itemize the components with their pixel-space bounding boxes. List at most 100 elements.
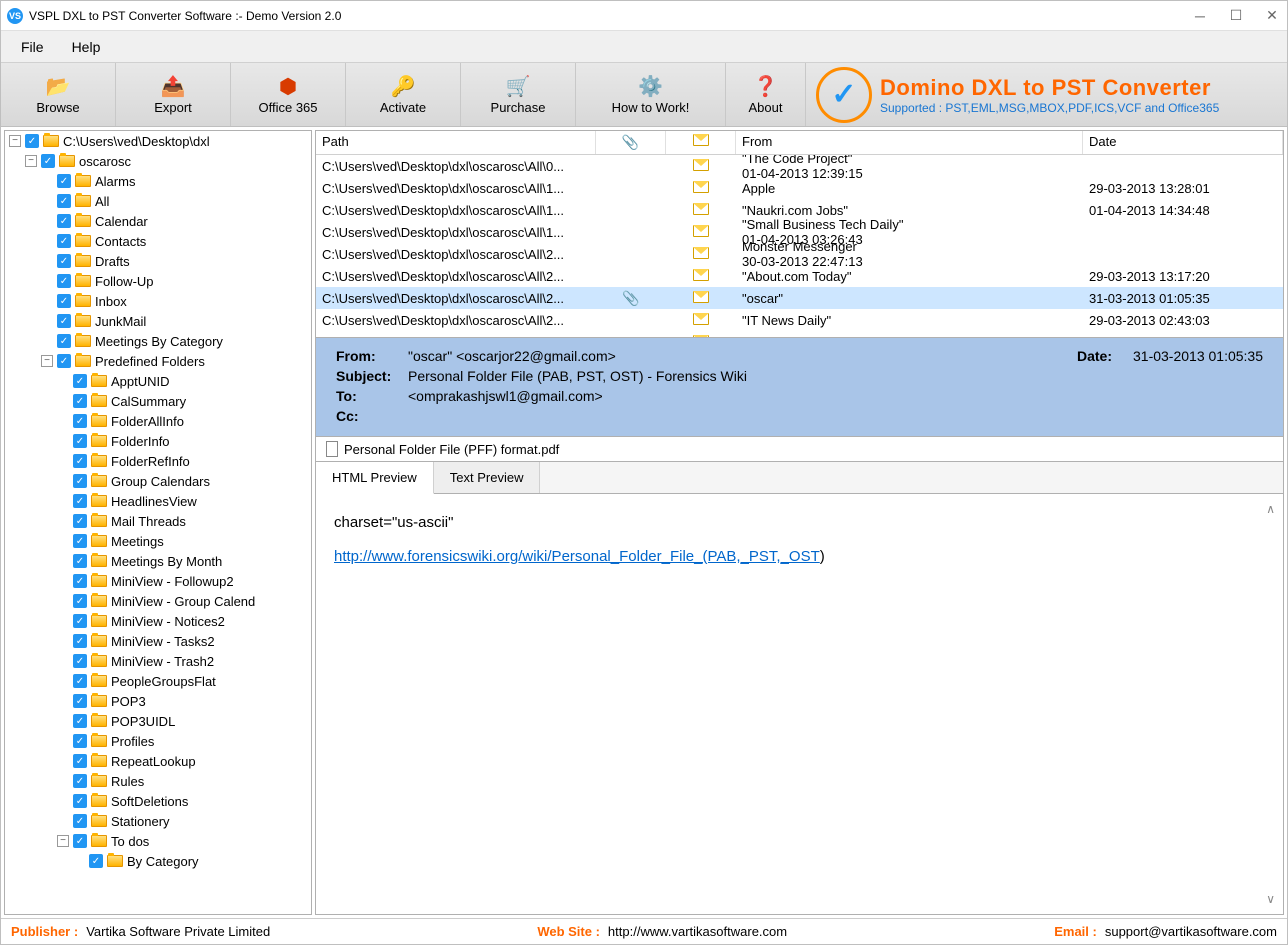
tree-predef-item[interactable]: ✓Profiles (5, 731, 311, 751)
checkbox-icon[interactable]: ✓ (73, 674, 87, 688)
about-button[interactable]: ❓About (726, 63, 806, 126)
tree-todos-child[interactable]: ✓By Category (5, 851, 311, 871)
tree-predef-item[interactable]: ✓Meetings (5, 531, 311, 551)
checkbox-icon[interactable]: ✓ (57, 214, 71, 228)
toggle-icon[interactable]: − (41, 355, 53, 367)
toggle-icon[interactable]: − (9, 135, 21, 147)
toggle-icon[interactable]: − (25, 155, 37, 167)
folder-tree[interactable]: −✓C:\Users\ved\Desktop\dxl−✓oscarosc✓Ala… (4, 130, 312, 915)
message-row[interactable]: C:\Users\ved\Desktop\dxl\oscarosc\All\2.… (316, 243, 1283, 265)
tree-predef-item[interactable]: ✓RepeatLookup (5, 751, 311, 771)
attachment-bar[interactable]: Personal Folder File (PFF) format.pdf (315, 437, 1284, 462)
scroll-down-icon[interactable]: ∨ (1266, 892, 1275, 906)
tree-folder[interactable]: ✓Inbox (5, 291, 311, 311)
tree-account[interactable]: −✓oscarosc (5, 151, 311, 171)
tree-predef-item[interactable]: ✓FolderInfo (5, 431, 311, 451)
checkbox-icon[interactable]: ✓ (73, 654, 87, 668)
checkbox-icon[interactable]: ✓ (73, 454, 87, 468)
menu-file[interactable]: File (7, 31, 58, 62)
purchase-button[interactable]: 🛒Purchase (461, 63, 576, 126)
col-attach-icon[interactable]: 📎 (596, 131, 666, 154)
message-row[interactable]: C:\Users\ved\Desktop\dxl\oscarosc\All\2.… (316, 287, 1283, 309)
checkbox-icon[interactable]: ✓ (73, 494, 87, 508)
tree-predef-item[interactable]: ✓HeadlinesView (5, 491, 311, 511)
checkbox-icon[interactable]: ✓ (73, 534, 87, 548)
tree-predef-item[interactable]: ✓MiniView - Trash2 (5, 651, 311, 671)
maximize-button[interactable]: ☐ (1227, 7, 1245, 24)
scroll-up-icon[interactable]: ∧ (1266, 502, 1275, 516)
tree-folder[interactable]: ✓Alarms (5, 171, 311, 191)
how-to-work-button[interactable]: ⚙️How to Work! (576, 63, 726, 126)
checkbox-icon[interactable]: ✓ (73, 374, 87, 388)
tree-predef-item[interactable]: ✓SoftDeletions (5, 791, 311, 811)
checkbox-icon[interactable]: ✓ (73, 614, 87, 628)
checkbox-icon[interactable]: ✓ (73, 594, 87, 608)
tree-predef-item[interactable]: ✓Group Calendars (5, 471, 311, 491)
checkbox-icon[interactable]: ✓ (73, 554, 87, 568)
tree-folder[interactable]: ✓Meetings By Category (5, 331, 311, 351)
message-row[interactable]: C:\Users\ved\Desktop\dxl\oscarosc\All\2.… (316, 309, 1283, 331)
tree-predefined[interactable]: −✓Predefined Folders (5, 351, 311, 371)
checkbox-icon[interactable]: ✓ (73, 774, 87, 788)
close-button[interactable]: ✕ (1263, 7, 1281, 24)
checkbox-icon[interactable]: ✓ (73, 794, 87, 808)
checkbox-icon[interactable]: ✓ (57, 294, 71, 308)
checkbox-icon[interactable]: ✓ (57, 234, 71, 248)
toggle-icon[interactable]: − (57, 835, 69, 847)
tree-folder[interactable]: ✓Follow-Up (5, 271, 311, 291)
checkbox-icon[interactable]: ✓ (73, 574, 87, 588)
tree-predef-item[interactable]: ✓ApptUNID (5, 371, 311, 391)
checkbox-icon[interactable]: ✓ (57, 334, 71, 348)
tree-predef-item[interactable]: ✓CalSummary (5, 391, 311, 411)
tab-text-preview[interactable]: Text Preview (434, 462, 541, 493)
checkbox-icon[interactable]: ✓ (25, 134, 39, 148)
tree-predef-item[interactable]: ✓Meetings By Month (5, 551, 311, 571)
office365-button[interactable]: ⬢Office 365 (231, 63, 346, 126)
message-row[interactable]: C:\Users\ved\Desktop\dxl\oscarosc\All\2.… (316, 265, 1283, 287)
tree-predef-item[interactable]: ✓Stationery (5, 811, 311, 831)
checkbox-icon[interactable]: ✓ (57, 254, 71, 268)
tree-predef-item[interactable]: ✓MiniView - Notices2 (5, 611, 311, 631)
checkbox-icon[interactable]: ✓ (41, 154, 55, 168)
col-path[interactable]: Path (316, 131, 596, 154)
checkbox-icon[interactable]: ✓ (89, 854, 103, 868)
checkbox-icon[interactable]: ✓ (73, 734, 87, 748)
checkbox-icon[interactable]: ✓ (73, 814, 87, 828)
tab-html-preview[interactable]: HTML Preview (316, 462, 434, 494)
tree-folder[interactable]: ✓JunkMail (5, 311, 311, 331)
checkbox-icon[interactable]: ✓ (73, 414, 87, 428)
tree-folder[interactable]: ✓Contacts (5, 231, 311, 251)
checkbox-icon[interactable]: ✓ (73, 754, 87, 768)
tree-folder[interactable]: ✓Calendar (5, 211, 311, 231)
checkbox-icon[interactable]: ✓ (73, 394, 87, 408)
checkbox-icon[interactable]: ✓ (73, 834, 87, 848)
message-row[interactable]: C:\Users\ved\Desktop\dxl\oscarosc\All\1.… (316, 177, 1283, 199)
col-date[interactable]: Date (1083, 131, 1283, 154)
activate-button[interactable]: 🔑Activate (346, 63, 461, 126)
col-mail-icon[interactable] (666, 131, 736, 154)
tree-folder[interactable]: ✓All (5, 191, 311, 211)
export-button[interactable]: 📤Export (116, 63, 231, 126)
checkbox-icon[interactable]: ✓ (57, 354, 71, 368)
message-row[interactable]: C:\Users\ved\Desktop\dxl\oscarosc\All\0.… (316, 155, 1283, 177)
tree-root[interactable]: −✓C:\Users\ved\Desktop\dxl (5, 131, 311, 151)
tree-predef-item[interactable]: ✓FolderRefInfo (5, 451, 311, 471)
tree-predef-item[interactable]: ✓Mail Threads (5, 511, 311, 531)
tree-predef-item[interactable]: ✓PeopleGroupsFlat (5, 671, 311, 691)
preview-body[interactable]: ∧ charset="us-ascii" http://www.forensic… (315, 494, 1284, 915)
tree-predef-item[interactable]: ✓FolderAllInfo (5, 411, 311, 431)
tree-predef-item[interactable]: ✓POP3 (5, 691, 311, 711)
checkbox-icon[interactable]: ✓ (57, 274, 71, 288)
checkbox-icon[interactable]: ✓ (57, 174, 71, 188)
checkbox-icon[interactable]: ✓ (73, 474, 87, 488)
tree-predef-item[interactable]: ✓POP3UIDL (5, 711, 311, 731)
preview-link[interactable]: http://www.forensicswiki.org/wiki/Person… (334, 548, 820, 565)
checkbox-icon[interactable]: ✓ (73, 434, 87, 448)
checkbox-icon[interactable]: ✓ (73, 634, 87, 648)
checkbox-icon[interactable]: ✓ (73, 714, 87, 728)
checkbox-icon[interactable]: ✓ (57, 194, 71, 208)
menu-help[interactable]: Help (58, 31, 115, 62)
col-from[interactable]: From (736, 131, 1083, 154)
tree-predef-item[interactable]: ✓Rules (5, 771, 311, 791)
tree-predef-item[interactable]: ✓MiniView - Tasks2 (5, 631, 311, 651)
